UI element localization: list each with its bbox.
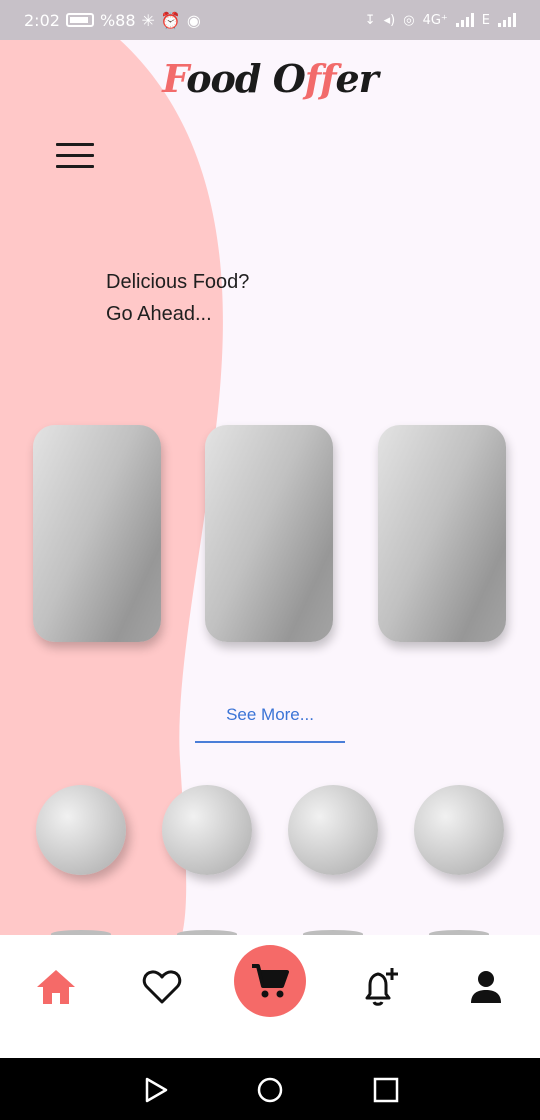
home-circle-icon[interactable] — [256, 1076, 284, 1104]
status-bar: 2:02 %88 ✳ ⏰ ◉ ↧ ◂) ◎ 4G⁺ E — [0, 0, 540, 40]
bottom-nav — [0, 935, 540, 1058]
category-circle[interactable] — [414, 785, 504, 875]
network-4g-label: 4G⁺ — [422, 12, 448, 28]
battery-icon — [65, 13, 94, 27]
food-card[interactable] — [378, 425, 506, 642]
eye-icon: ◉ — [186, 10, 201, 30]
food-card[interactable] — [205, 425, 333, 642]
tagline: Delicious Food? Go Ahead... — [106, 266, 249, 330]
cart-button[interactable] — [234, 945, 306, 1017]
category-circle[interactable] — [162, 785, 252, 875]
volume-icon: ◂) — [383, 12, 396, 28]
bell-plus-icon[interactable] — [358, 965, 402, 1009]
alarm-icon: ⏰ — [160, 10, 181, 30]
category-circle[interactable] — [36, 785, 126, 875]
network-e-label: E — [481, 12, 490, 28]
user-icon[interactable] — [464, 965, 508, 1009]
see-more-link[interactable]: See More... — [195, 705, 345, 743]
back-icon[interactable] — [142, 1076, 170, 1104]
heart-icon[interactable] — [140, 965, 184, 1009]
app-logo: Food Offer — [162, 56, 378, 101]
bluetooth-icon: ✳ — [141, 10, 155, 30]
food-card[interactable] — [33, 425, 161, 642]
battery-level: %88 — [99, 10, 136, 30]
signal-icon-2 — [498, 13, 516, 27]
recents-icon[interactable] — [372, 1076, 400, 1104]
menu-icon[interactable] — [56, 143, 94, 173]
hotspot-icon: ◎ — [403, 12, 415, 28]
system-nav-bar — [0, 1058, 540, 1120]
home-icon[interactable] — [34, 965, 78, 1009]
cart-icon — [252, 964, 289, 998]
usb-icon: ↧ — [364, 12, 376, 28]
status-time: 2:02 — [24, 10, 60, 30]
category-circle[interactable] — [288, 785, 378, 875]
tagline-line-2: Go Ahead... — [106, 303, 212, 325]
tagline-line-1: Delicious Food? — [106, 271, 250, 293]
signal-icon — [455, 13, 474, 27]
